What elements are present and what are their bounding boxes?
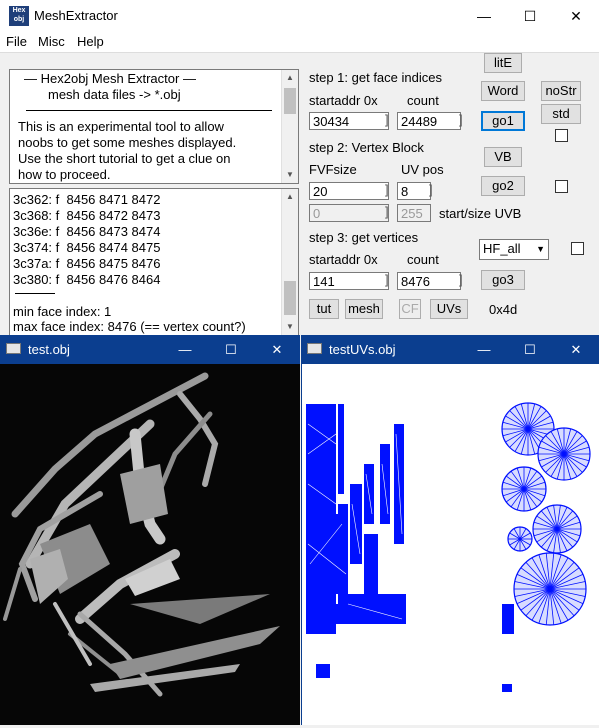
log-line: 3c362: f 8456 8471 8472 [13,192,161,207]
hf-select[interactable]: HF_all ▼ [479,239,549,260]
field-bracket: ] [385,182,389,197]
log-textbox[interactable]: 3c362: f 8456 8471 8472 3c368: f 8456 84… [9,188,299,336]
log-divider [15,293,55,294]
go2-button[interactable]: go2 [481,176,525,196]
intro-divider [26,110,272,111]
field-bracket: ] [459,112,463,127]
scroll-up-icon[interactable]: ▲ [282,189,298,205]
step2-title: step 2: Vertex Block [309,140,424,155]
uv-viewport[interactable] [301,364,599,725]
intro-line: Use the short tutorial to get a clue on [18,151,231,166]
log-line: 3c380: f 8456 8476 8464 [13,272,161,287]
log-line: 3c368: f 8456 8472 8473 [13,208,161,223]
intro-scrollbar[interactable]: ▲ ▼ [281,70,298,183]
scrollbar-thumb[interactable] [284,281,296,315]
field-bracket: ] [385,272,389,287]
step3-startaddr-label: startaddr 0x [309,252,378,267]
intro-line: noobs to get some meshes displayed. [18,135,237,150]
window-icon [307,343,322,354]
cf-button: CF [399,299,421,319]
std-checkbox[interactable] [555,129,568,142]
maximize-button[interactable]: ☐ [507,0,553,32]
fvfsize-field[interactable]: 20 [309,182,389,200]
test-obj-titlebar[interactable]: test.obj — ☐ ✕ [0,335,300,364]
log-min-index: min face index: 1 [13,304,112,319]
minimize-button[interactable]: — [162,335,208,364]
log-line: 3c37a: f 8456 8475 8476 [13,256,161,271]
tut-button[interactable]: tut [309,299,339,319]
log-line: 3c374: f 8456 8474 8475 [13,240,161,255]
intro-line: how to proceed. [18,167,111,182]
field-bracket: ] [459,272,463,287]
hf-checkbox[interactable] [571,242,584,255]
uvpos-field[interactable]: 8 [397,182,431,200]
uvb-size-field: 255 [397,204,431,222]
hex-readout: 0x4d [489,302,518,317]
close-button[interactable]: ✕ [553,0,599,32]
app-icon: Hex obj [9,6,29,26]
3d-viewport[interactable] [0,364,300,725]
uv-layout [306,402,591,692]
field-bracket: ] [385,112,389,127]
intro-line: This is an experimental tool to allow [18,119,224,134]
test-uvs-title: testUVs.obj [329,342,396,357]
step3-title: step 3: get vertices [309,230,419,245]
step1-startaddr-label: startaddr 0x [309,93,378,108]
window-icon [6,343,21,354]
log-max-index: max face index: 8476 (== vertex count?) [13,319,246,334]
uvb-start-field: 0 [309,204,389,222]
close-button[interactable]: ✕ [254,335,300,364]
test-uvs-window[interactable]: testUVs.obj — ☐ ✕ [301,335,599,725]
menu-bar: File Misc Help [0,32,599,53]
field-bracket: ] [385,204,389,219]
std-button[interactable]: std [541,104,581,124]
test-uvs-titlebar[interactable]: testUVs.obj — ☐ ✕ [301,335,599,364]
chevron-down-icon: ▼ [536,244,545,254]
nostr-button[interactable]: noStr [541,81,581,101]
window-title: MeshExtractor [34,8,118,23]
main-titlebar[interactable]: Hex obj MeshExtractor — ☐ ✕ [0,0,599,32]
minimize-button[interactable]: — [461,335,507,364]
step1-startaddr-field[interactable]: 30434 [309,112,389,130]
scroll-down-icon[interactable]: ▼ [282,319,298,335]
hf-select-value: HF_all [483,241,521,256]
step1-title: step 1: get face indices [309,70,442,85]
menu-file[interactable]: File [6,34,27,49]
scrollbar-thumb[interactable] [284,88,296,114]
vb-button[interactable]: VB [484,147,522,167]
word-button[interactable]: Word [481,81,525,101]
intro-textbox[interactable]: — Hex2obj Mesh Extractor — mesh data fil… [9,69,299,184]
uvb-label: start/size UVB [439,206,522,221]
uvpos-label: UV pos [401,162,444,177]
mesh-button[interactable]: mesh [345,299,383,319]
menu-help[interactable]: Help [77,34,104,49]
field-bracket: ] [429,182,433,197]
test-obj-window[interactable]: test.obj — ☐ ✕ [0,335,300,725]
intro-subheading: mesh data files -> *.obj [48,87,181,102]
menu-misc[interactable]: Misc [38,34,65,49]
log-line: 3c36e: f 8456 8473 8474 [13,224,161,239]
go3-button[interactable]: go3 [481,270,525,290]
scroll-up-icon[interactable]: ▲ [282,70,298,86]
step1-count-field[interactable]: 24489 [397,112,461,130]
test-obj-title: test.obj [28,342,70,357]
mesh-render [3,372,280,697]
minimize-button[interactable]: — [461,0,507,32]
maximize-button[interactable]: ☐ [208,335,254,364]
step3-count-label: count [407,252,439,267]
log-scrollbar[interactable]: ▲ ▼ [281,189,298,335]
step3-count-field[interactable]: 8476 [397,272,461,290]
fvfsize-label: FVFsize [309,162,357,177]
maximize-button[interactable]: ☐ [507,335,553,364]
intro-heading: — Hex2obj Mesh Extractor — [24,71,196,86]
lite-button[interactable]: litE [484,53,522,73]
close-button[interactable]: ✕ [553,335,599,364]
go2-checkbox[interactable] [555,180,568,193]
uvs-button[interactable]: UVs [430,299,468,319]
step1-count-label: count [407,93,439,108]
scroll-down-icon[interactable]: ▼ [282,167,298,183]
step3-startaddr-field[interactable]: 141 [309,272,389,290]
go1-button[interactable]: go1 [481,111,525,131]
